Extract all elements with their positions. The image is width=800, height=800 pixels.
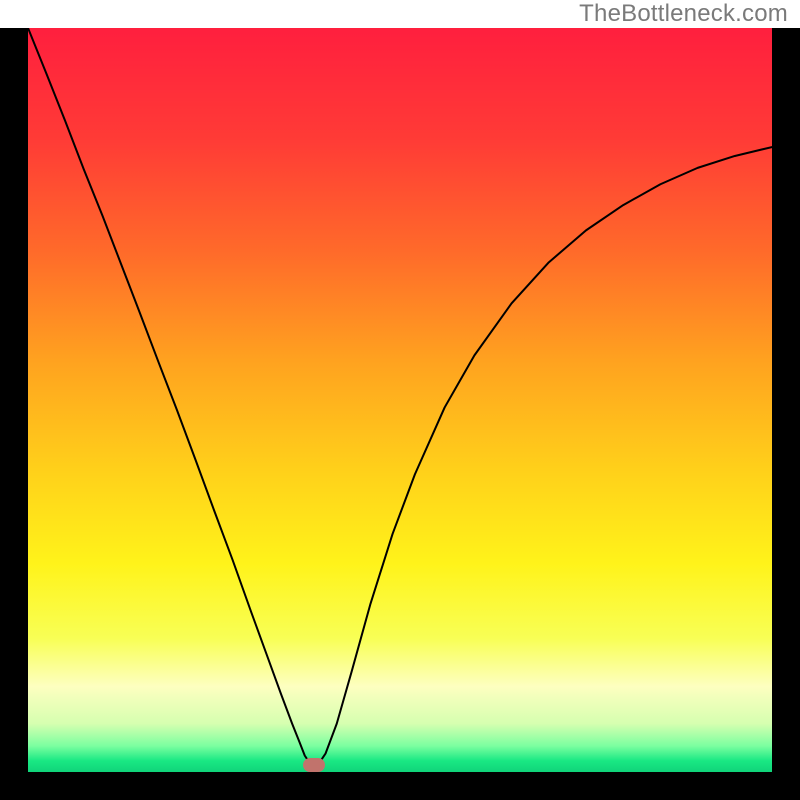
chart-frame — [0, 28, 800, 800]
plot-area — [28, 28, 772, 772]
chart-svg — [28, 28, 772, 772]
optimal-point-marker — [303, 758, 325, 772]
watermark-text: TheBottleneck.com — [579, 0, 788, 28]
chart-root: TheBottleneck.com — [0, 0, 800, 800]
gradient-background — [28, 28, 772, 772]
